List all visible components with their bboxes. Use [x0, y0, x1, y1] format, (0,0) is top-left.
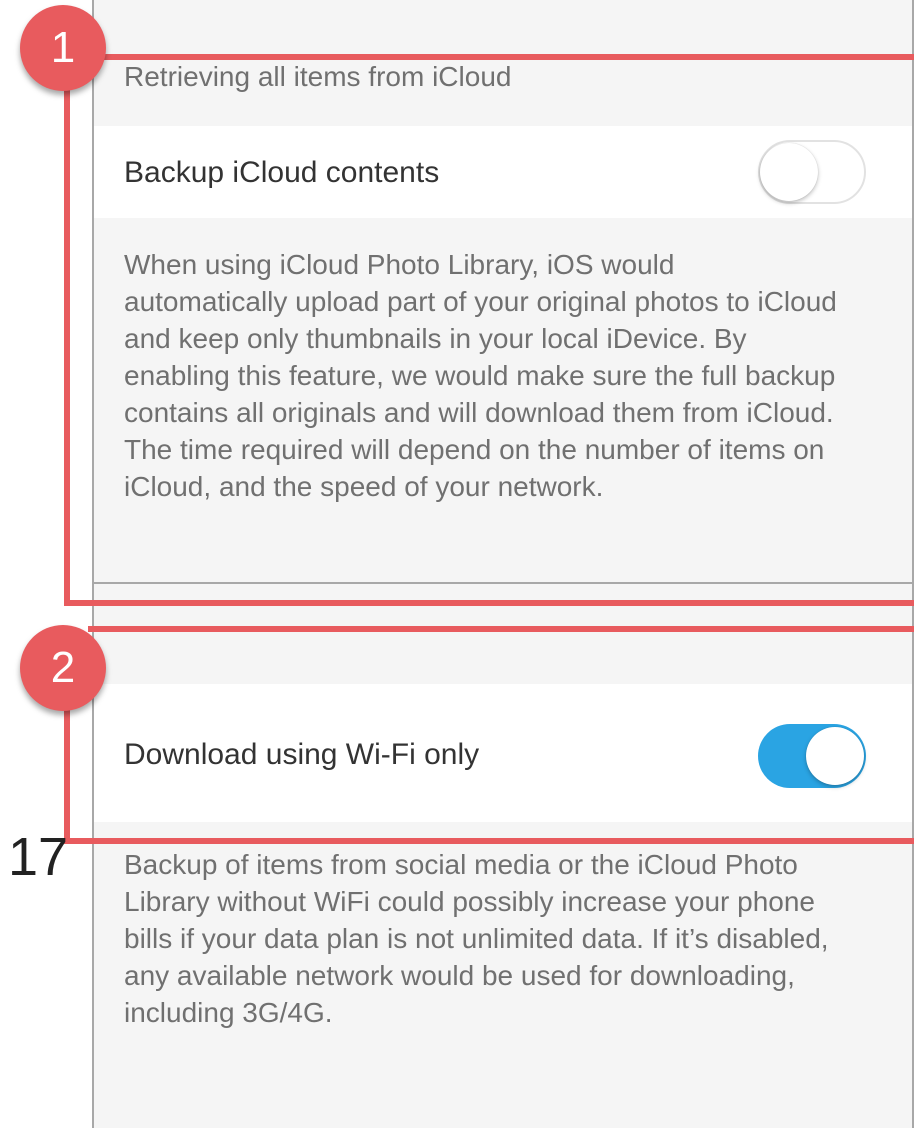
annotation-badge-2: 2: [20, 625, 106, 711]
annotation-badge-1: 1: [20, 5, 106, 91]
annotation-1-bottom-line: [64, 600, 914, 606]
annotation-1-box: [64, 54, 914, 606]
page-number: 17: [8, 827, 69, 887]
annotation-2-bottom-line: [64, 838, 914, 844]
wifi-only-description: Backup of items from social media or the…: [124, 849, 829, 1028]
annotation-2-box: [64, 626, 914, 844]
